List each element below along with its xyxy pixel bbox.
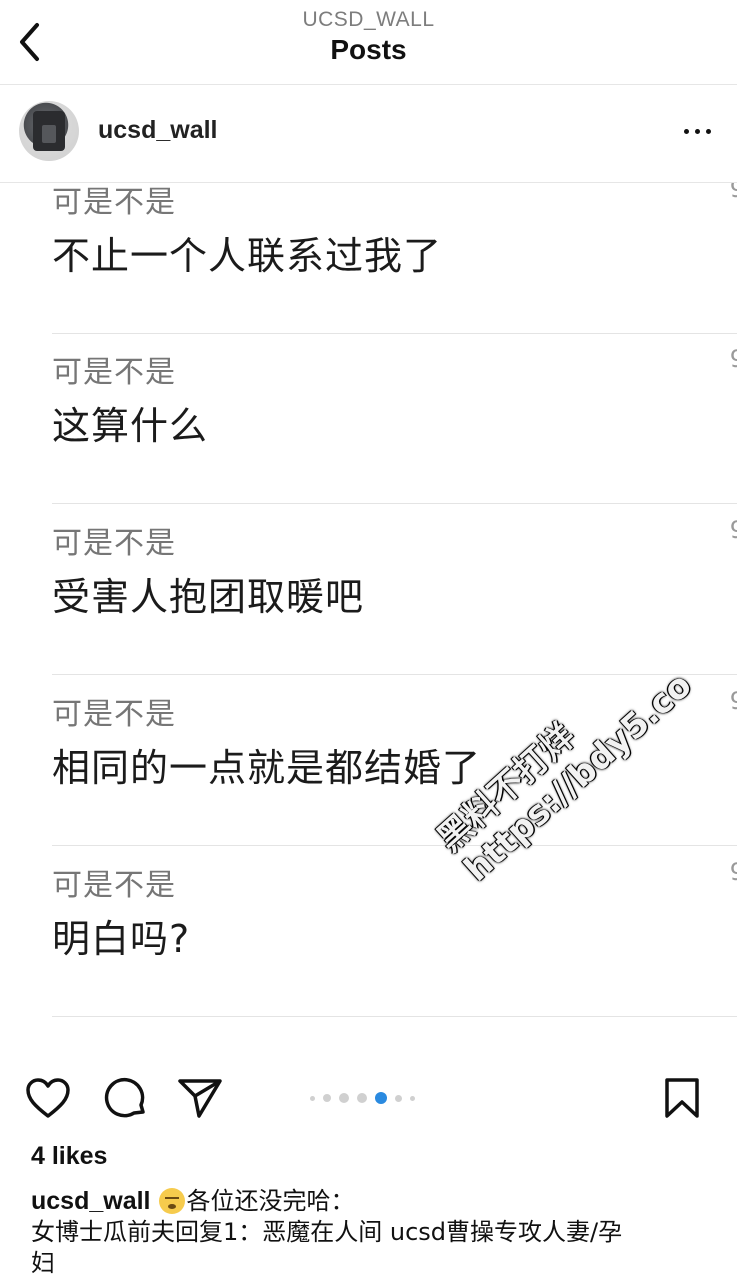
comment-text: 这算什么 bbox=[52, 404, 209, 448]
comment-item: 可是不是 明白吗? 9 bbox=[52, 846, 737, 1017]
comment-button[interactable] bbox=[102, 1074, 150, 1122]
post-action-bar bbox=[0, 1068, 737, 1128]
save-button[interactable] bbox=[658, 1074, 706, 1122]
caption-line-3: 妇 bbox=[31, 1249, 55, 1277]
comment-bubble-icon bbox=[104, 1077, 145, 1118]
comment-item: 可是不是 受害人抱团取暖吧 9 bbox=[52, 504, 737, 675]
post-author-username[interactable]: ucsd_wall bbox=[98, 116, 218, 145]
comment-text: 受害人抱团取暖吧 bbox=[52, 575, 365, 619]
carousel-dot bbox=[410, 1095, 415, 1101]
share-button[interactable] bbox=[176, 1074, 224, 1122]
caption-line-2: 女博士瓜前夫回复1：恶魔在人间 ucsd曹操专攻人妻/孕 bbox=[31, 1218, 623, 1246]
comment-text: 相同的一点就是都结婚了 bbox=[52, 746, 482, 790]
carousel-indicator bbox=[306, 1092, 419, 1104]
carousel-dot bbox=[323, 1094, 331, 1102]
paper-plane-icon bbox=[178, 1079, 222, 1118]
comment-item: 可是不是 相同的一点就是都结婚了 9 bbox=[52, 675, 737, 846]
bookmark-icon bbox=[665, 1078, 699, 1118]
post-media-image[interactable]: 可是不是 不止一个人联系过我了 9 可是不是 这算什么 9 可是不是 受害人抱团… bbox=[0, 183, 737, 1050]
comment-author: 可是不是 bbox=[52, 697, 176, 732]
more-horizontal-icon bbox=[683, 128, 689, 134]
caption-username[interactable]: ucsd_wall bbox=[31, 1187, 151, 1215]
top-navigation-bar: UCSD_WALL Posts bbox=[0, 0, 737, 85]
likes-count[interactable]: 4 likes bbox=[31, 1142, 107, 1171]
more-options-button[interactable] bbox=[679, 116, 715, 146]
carousel-dot bbox=[339, 1093, 349, 1103]
comment-item: 可是不是 不止一个人联系过我了 9 bbox=[52, 183, 737, 334]
comment-meta: 9 bbox=[730, 183, 737, 203]
comment-author: 可是不是 bbox=[52, 526, 176, 561]
carousel-dot-active bbox=[375, 1092, 387, 1104]
comment-item: 可是不是 这算什么 9 bbox=[52, 333, 737, 504]
avatar[interactable] bbox=[19, 101, 79, 161]
caption-line-1: 各位还没完哈： bbox=[186, 1187, 355, 1215]
carousel-dot bbox=[395, 1094, 402, 1102]
comment-meta: 9 bbox=[730, 345, 737, 373]
comment-author: 可是不是 bbox=[52, 355, 176, 390]
comment-meta: 9 bbox=[730, 516, 737, 544]
comment-author: 可是不是 bbox=[52, 868, 176, 903]
carousel-dot bbox=[357, 1093, 367, 1103]
post-header: ucsd_wall bbox=[0, 84, 737, 183]
comment-meta: 9 bbox=[730, 858, 737, 886]
like-button[interactable] bbox=[24, 1074, 72, 1122]
weary-face-emoji-icon bbox=[158, 1188, 185, 1214]
comment-author: 可是不是 bbox=[52, 185, 176, 220]
post-caption: ucsd_wall 各位还没完哈： 女博士瓜前夫回复1：恶魔在人间 ucsd曹操专… bbox=[31, 1186, 711, 1279]
carousel-dot bbox=[310, 1095, 315, 1101]
comment-text: 不止一个人联系过我了 bbox=[52, 234, 443, 278]
heart-icon bbox=[26, 1078, 70, 1118]
comment-text: 明白吗? bbox=[52, 917, 191, 961]
page-title: Posts bbox=[330, 34, 407, 65]
comment-meta: 9 bbox=[730, 687, 737, 715]
account-username-label: UCSD_WALL bbox=[302, 8, 435, 31]
